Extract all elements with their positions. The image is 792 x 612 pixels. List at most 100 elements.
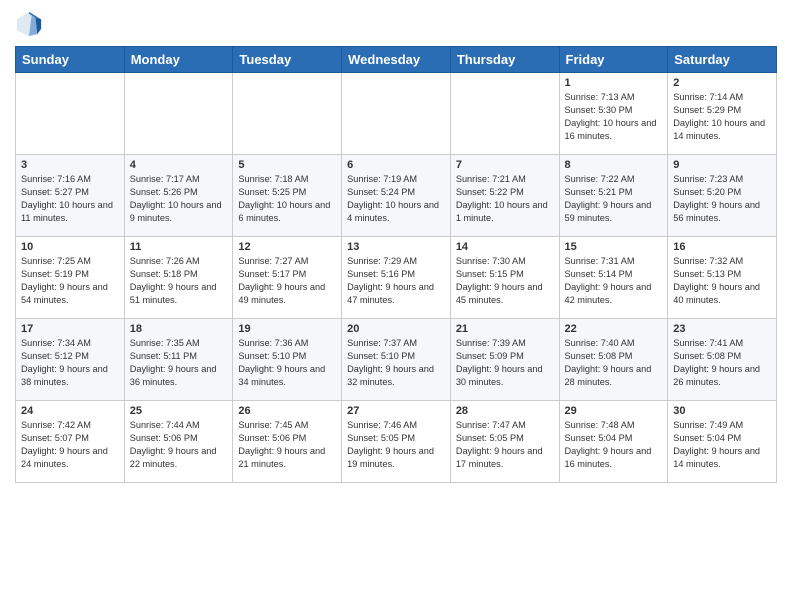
day-number: 14: [456, 241, 554, 253]
day-number: 24: [21, 405, 119, 417]
day-cell: 5 Sunrise: 7:18 AM Sunset: 5:25 PM Daylig…: [233, 155, 342, 237]
day-number: 17: [21, 323, 119, 335]
day-info: Sunrise: 7:16 AM Sunset: 5:27 PM Dayligh…: [21, 173, 119, 225]
day-number: 27: [347, 405, 445, 417]
day-cell: 2Sunrise: 7:14 AM Sunset: 5:29 PM Daylig…: [668, 73, 777, 155]
day-info: Sunrise: 7:40 AM Sunset: 5:08 PM Dayligh…: [565, 337, 663, 389]
day-cell: 4 Sunrise: 7:17 AM Sunset: 5:26 PM Daylig…: [124, 155, 233, 237]
week-row-2: 3 Sunrise: 7:16 AM Sunset: 5:27 PM Daylig…: [16, 155, 777, 237]
day-number: 26: [238, 405, 336, 417]
day-number: 28: [456, 405, 554, 417]
day-cell: 22 Sunrise: 7:40 AM Sunset: 5:08 PM Dayli…: [559, 319, 668, 401]
day-info: Sunrise: 7:37 AM Sunset: 5:10 PM Dayligh…: [347, 337, 445, 389]
day-info: Sunrise: 7:25 AM Sunset: 5:19 PM Dayligh…: [21, 255, 119, 307]
weekday-header-saturday: Saturday: [668, 47, 777, 73]
day-info: Sunrise: 7:34 AM Sunset: 5:12 PM Dayligh…: [21, 337, 119, 389]
day-cell: 23 Sunrise: 7:41 AM Sunset: 5:08 PM Dayli…: [668, 319, 777, 401]
day-cell: 10 Sunrise: 7:25 AM Sunset: 5:19 PM Dayli…: [16, 237, 125, 319]
day-cell: 29 Sunrise: 7:48 AM Sunset: 5:04 PM Dayli…: [559, 401, 668, 483]
day-number: 18: [130, 323, 228, 335]
day-info: Sunrise: 7:36 AM Sunset: 5:10 PM Dayligh…: [238, 337, 336, 389]
day-number: 5: [238, 159, 336, 171]
day-cell: 26 Sunrise: 7:45 AM Sunset: 5:06 PM Dayli…: [233, 401, 342, 483]
day-number: 22: [565, 323, 663, 335]
main-container: SundayMondayTuesdayWednesdayThursdayFrid…: [0, 0, 792, 488]
day-cell: 6 Sunrise: 7:19 AM Sunset: 5:24 PM Daylig…: [342, 155, 451, 237]
day-number: 9: [673, 159, 771, 171]
day-info: Sunrise: 7:26 AM Sunset: 5:18 PM Dayligh…: [130, 255, 228, 307]
day-number: 11: [130, 241, 228, 253]
day-cell: [233, 73, 342, 155]
day-cell: [450, 73, 559, 155]
day-cell: 1 Sunrise: 7:13 AM Sunset: 5:30 PM Daylig…: [559, 73, 668, 155]
day-number: 30: [673, 405, 771, 417]
day-info: Sunrise: 7:45 AM Sunset: 5:06 PM Dayligh…: [238, 419, 336, 471]
day-cell: 30 Sunrise: 7:49 AM Sunset: 5:04 PM Dayli…: [668, 401, 777, 483]
day-info: Sunrise: 7:23 AM Sunset: 5:20 PM Dayligh…: [673, 173, 771, 225]
day-number: 13: [347, 241, 445, 253]
day-info: Sunrise: 7:32 AM Sunset: 5:13 PM Dayligh…: [673, 255, 771, 307]
day-cell: 7 Sunrise: 7:21 AM Sunset: 5:22 PM Daylig…: [450, 155, 559, 237]
weekday-header-monday: Monday: [124, 47, 233, 73]
day-info: Sunrise: 7:18 AM Sunset: 5:25 PM Dayligh…: [238, 173, 336, 225]
day-info: Sunrise: 7:47 AM Sunset: 5:05 PM Dayligh…: [456, 419, 554, 471]
day-cell: 20 Sunrise: 7:37 AM Sunset: 5:10 PM Dayli…: [342, 319, 451, 401]
day-number: 10: [21, 241, 119, 253]
day-number: 4: [130, 159, 228, 171]
day-cell: 24 Sunrise: 7:42 AM Sunset: 5:07 PM Dayli…: [16, 401, 125, 483]
day-info: Sunrise: 7:39 AM Sunset: 5:09 PM Dayligh…: [456, 337, 554, 389]
day-number: 2: [673, 77, 771, 89]
logo: [15, 10, 47, 38]
day-cell: 15 Sunrise: 7:31 AM Sunset: 5:14 PM Dayli…: [559, 237, 668, 319]
day-info: Sunrise: 7:35 AM Sunset: 5:11 PM Dayligh…: [130, 337, 228, 389]
week-row-1: 1 Sunrise: 7:13 AM Sunset: 5:30 PM Daylig…: [16, 73, 777, 155]
day-cell: 21 Sunrise: 7:39 AM Sunset: 5:09 PM Dayli…: [450, 319, 559, 401]
day-cell: 18 Sunrise: 7:35 AM Sunset: 5:11 PM Dayli…: [124, 319, 233, 401]
day-cell: 16Sunrise: 7:32 AM Sunset: 5:13 PM Dayli…: [668, 237, 777, 319]
day-info: Sunrise: 7:19 AM Sunset: 5:24 PM Dayligh…: [347, 173, 445, 225]
day-info: Sunrise: 7:27 AM Sunset: 5:17 PM Dayligh…: [238, 255, 336, 307]
day-number: 15: [565, 241, 663, 253]
day-info: Sunrise: 7:22 AM Sunset: 5:21 PM Dayligh…: [565, 173, 663, 225]
weekday-header-wednesday: Wednesday: [342, 47, 451, 73]
day-cell: 25Sunrise: 7:44 AM Sunset: 5:06 PM Dayli…: [124, 401, 233, 483]
day-cell: [124, 73, 233, 155]
header: [15, 10, 777, 38]
week-row-5: 24 Sunrise: 7:42 AM Sunset: 5:07 PM Dayli…: [16, 401, 777, 483]
day-number: 20: [347, 323, 445, 335]
day-cell: 9 Sunrise: 7:23 AM Sunset: 5:20 PM Daylig…: [668, 155, 777, 237]
day-cell: [342, 73, 451, 155]
calendar-table: SundayMondayTuesdayWednesdayThursdayFrid…: [15, 46, 777, 483]
week-row-4: 17 Sunrise: 7:34 AM Sunset: 5:12 PM Dayli…: [16, 319, 777, 401]
day-cell: 14Sunrise: 7:30 AM Sunset: 5:15 PM Dayli…: [450, 237, 559, 319]
day-info: Sunrise: 7:48 AM Sunset: 5:04 PM Dayligh…: [565, 419, 663, 471]
day-number: 21: [456, 323, 554, 335]
day-info: Sunrise: 7:41 AM Sunset: 5:08 PM Dayligh…: [673, 337, 771, 389]
day-number: 6: [347, 159, 445, 171]
day-info: Sunrise: 7:42 AM Sunset: 5:07 PM Dayligh…: [21, 419, 119, 471]
day-number: 19: [238, 323, 336, 335]
day-info: Sunrise: 7:31 AM Sunset: 5:14 PM Dayligh…: [565, 255, 663, 307]
day-number: 7: [456, 159, 554, 171]
day-number: 29: [565, 405, 663, 417]
day-info: Sunrise: 7:44 AM Sunset: 5:06 PM Dayligh…: [130, 419, 228, 471]
day-info: Sunrise: 7:29 AM Sunset: 5:16 PM Dayligh…: [347, 255, 445, 307]
weekday-header-friday: Friday: [559, 47, 668, 73]
day-number: 3: [21, 159, 119, 171]
day-cell: 12Sunrise: 7:27 AM Sunset: 5:17 PM Dayli…: [233, 237, 342, 319]
day-info: Sunrise: 7:49 AM Sunset: 5:04 PM Dayligh…: [673, 419, 771, 471]
day-cell: 17 Sunrise: 7:34 AM Sunset: 5:12 PM Dayli…: [16, 319, 125, 401]
day-cell: 28 Sunrise: 7:47 AM Sunset: 5:05 PM Dayli…: [450, 401, 559, 483]
day-info: Sunrise: 7:17 AM Sunset: 5:26 PM Dayligh…: [130, 173, 228, 225]
day-number: 1: [565, 77, 663, 89]
day-cell: 11 Sunrise: 7:26 AM Sunset: 5:18 PM Dayli…: [124, 237, 233, 319]
day-cell: 3 Sunrise: 7:16 AM Sunset: 5:27 PM Daylig…: [16, 155, 125, 237]
logo-icon: [15, 10, 43, 38]
day-number: 23: [673, 323, 771, 335]
weekday-header-row: SundayMondayTuesdayWednesdayThursdayFrid…: [16, 47, 777, 73]
day-cell: 13 Sunrise: 7:29 AM Sunset: 5:16 PM Dayli…: [342, 237, 451, 319]
day-info: Sunrise: 7:21 AM Sunset: 5:22 PM Dayligh…: [456, 173, 554, 225]
day-cell: 27Sunrise: 7:46 AM Sunset: 5:05 PM Dayli…: [342, 401, 451, 483]
day-info: Sunrise: 7:13 AM Sunset: 5:30 PM Dayligh…: [565, 91, 663, 143]
day-cell: 8Sunrise: 7:22 AM Sunset: 5:21 PM Daylig…: [559, 155, 668, 237]
